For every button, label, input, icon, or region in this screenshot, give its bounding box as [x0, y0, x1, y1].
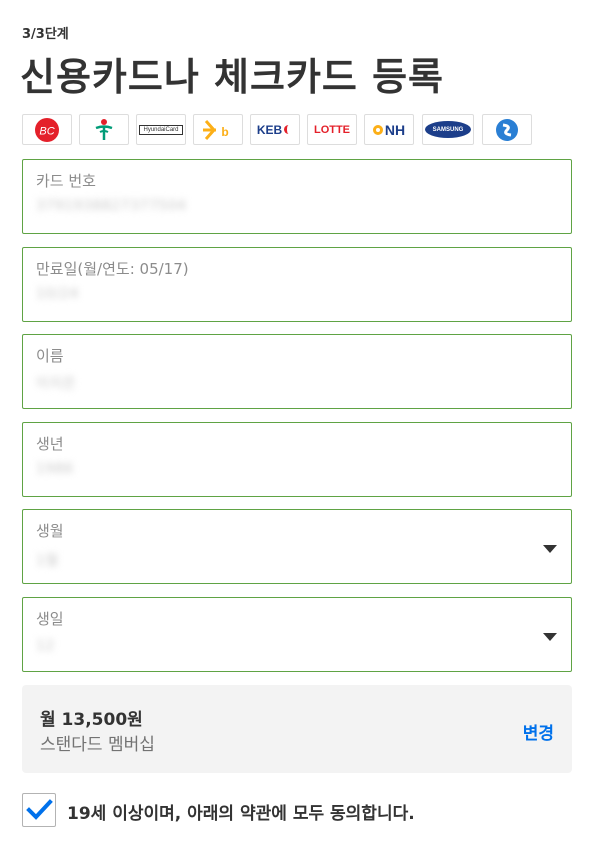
change-plan-link[interactable]: 변경: [523, 719, 554, 744]
page-title: 신용카드나 체크카드 등록: [20, 55, 445, 99]
plan-name: 스탠다드 멤버십: [40, 735, 155, 755]
name-field[interactable]: 이름 이지은: [22, 334, 572, 409]
card-number-value: 3791938827377504: [36, 198, 187, 214]
birth-day-select[interactable]: 생일 12: [22, 597, 572, 672]
name-value: 이지은: [36, 376, 77, 392]
checkmark-icon: [26, 799, 53, 820]
chevron-down-icon: [543, 633, 557, 641]
kb-card-logo: b: [193, 114, 243, 145]
samsung-card-logo: SAMSUNG: [422, 114, 474, 145]
card-number-label: 카드 번호: [36, 172, 96, 190]
plan-summary: 월 13,500원 스탠다드 멤버십 변경: [22, 685, 572, 773]
lotte-card-logo: LOTTE: [307, 114, 357, 145]
name-label: 이름: [36, 347, 64, 365]
shinhan-card-logo: [482, 114, 532, 145]
plan-price: 월 13,500원: [40, 710, 143, 730]
samsung-logo-text: SAMSUNG: [432, 126, 464, 133]
expiry-value: 10/24: [36, 286, 79, 302]
chevron-down-icon: [543, 545, 557, 553]
birth-day-value: 12: [36, 638, 55, 654]
birth-year-label: 생년: [36, 435, 64, 453]
birth-month-label: 생월: [36, 522, 64, 540]
hyundai-card-logo: HyundaiCard: [136, 114, 186, 145]
card-logos-row: BC HyundaiCard b KEB LOTTE NH SAMSUNG: [22, 114, 542, 145]
bc-card-logo: BC: [22, 114, 72, 145]
agreement-text: 19세 이상이며, 아래의 약관에 모두 동의합니다.: [67, 804, 415, 824]
lotte-logo-text: LOTTE: [313, 123, 351, 136]
birth-month-value: 1월: [36, 553, 59, 569]
birth-year-field[interactable]: 생년 1986: [22, 422, 572, 497]
bc-logo-text: BC: [39, 125, 54, 137]
step-indicator: 3/3단계: [22, 27, 69, 42]
agreement-checkbox[interactable]: [22, 793, 56, 827]
birth-year-value: 1986: [36, 461, 74, 477]
expiry-label: 만료일(월/연도: 05/17): [36, 260, 189, 278]
agreement-row: 19세 이상이며, 아래의 약관에 모두 동의합니다.: [22, 793, 582, 827]
hana-card-logo: [79, 114, 129, 145]
expiry-field[interactable]: 만료일(월/연도: 05/17) 10/24: [22, 247, 572, 322]
hyundai-logo-text: HyundaiCard: [139, 124, 183, 135]
birth-month-select[interactable]: 생월 1월: [22, 509, 572, 584]
keb-card-logo: KEB: [250, 114, 300, 145]
nh-logo-text: NH: [384, 121, 406, 138]
nh-card-logo: NH: [364, 114, 414, 145]
keb-logo-text: KEB: [256, 122, 283, 137]
birth-day-label: 생일: [36, 610, 64, 628]
svg-text:b: b: [221, 125, 228, 139]
card-number-field[interactable]: 카드 번호 3791938827377504: [22, 159, 572, 234]
